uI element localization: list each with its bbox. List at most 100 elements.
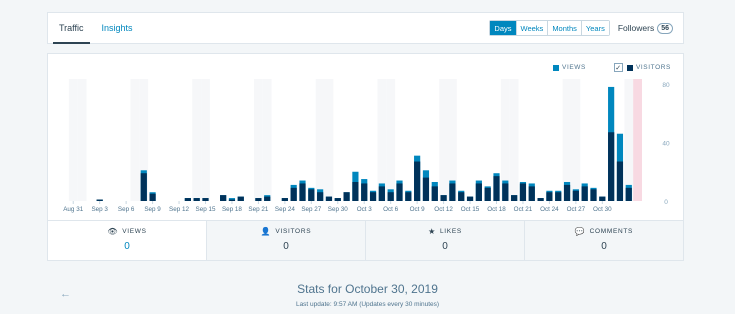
visitors-bar <box>96 199 103 201</box>
visitors-bar <box>563 184 571 201</box>
x-tick-label: Oct 30 <box>593 206 612 213</box>
weekend-band <box>624 79 634 201</box>
visitors-bar <box>202 198 209 201</box>
chart-legend: VIEWS ✓ VISITORS <box>553 63 671 72</box>
visitors-bar <box>616 161 624 201</box>
stat-views-label: VIEWS <box>122 228 147 235</box>
visitors-bar <box>440 195 447 201</box>
weekend-band <box>192 79 202 201</box>
stat-tab-visitors[interactable]: 👤 VISITORS 0 <box>206 221 365 260</box>
period-years-button[interactable]: Years <box>580 21 609 35</box>
visitors-checkbox[interactable]: ✓ <box>613 63 623 72</box>
weekend-band <box>315 79 325 201</box>
visitors-bar <box>361 183 368 201</box>
weekend-band <box>68 79 78 201</box>
legend-views-label: VIEWS <box>562 64 586 71</box>
visitors-bar <box>537 198 544 201</box>
visitors-bar <box>422 177 430 201</box>
stat-tabs: 👁 VIEWS 0 👤 VISITORS 0 ★ LIKES 0 💬 COMMENTS … <box>47 221 684 261</box>
stat-comments-label: COMMENTS <box>589 228 634 235</box>
stats-header: Traffic Insights Days Weeks Months Years… <box>47 12 684 44</box>
visitors-bar <box>431 186 438 201</box>
visitors-bar <box>458 192 465 201</box>
weekend-band <box>571 79 581 201</box>
y-tick-label: 40 <box>662 141 670 148</box>
weekend-band <box>509 79 519 201</box>
stat-likes-value: 0 <box>442 241 448 252</box>
x-tick-label: Sep 30 <box>328 206 348 213</box>
star-icon: ★ <box>428 227 436 236</box>
visitors-bar <box>519 183 527 201</box>
visitors-bar <box>449 183 456 201</box>
chart-card: 80 40 0 Aug 31 Sep 3 Sep 6 Sep 9 Sep 12 Sep 15 Se… <box>47 53 684 221</box>
x-tick-label: Sep 27 <box>301 206 321 213</box>
visitors-bar <box>237 196 244 201</box>
weekend-band <box>439 79 448 201</box>
legend-views: VIEWS <box>553 64 586 71</box>
weekend-band <box>377 79 387 201</box>
visitors-bar <box>325 196 333 201</box>
visitors-bar <box>581 186 588 201</box>
stat-comments-value: 0 <box>601 241 607 252</box>
visitors-bar <box>599 196 606 201</box>
visitors-bar <box>140 173 147 201</box>
x-tick-label: Oct 9 <box>410 206 426 213</box>
x-tick-label: Sep 15 <box>196 206 216 213</box>
stat-visitors-label: VISITORS <box>275 228 312 235</box>
visitors-bar <box>414 161 421 201</box>
weekend-band <box>262 79 272 201</box>
comment-icon: 💬 <box>574 227 586 236</box>
x-tick-label: Oct 15 <box>461 206 480 213</box>
visitors-bar <box>343 192 350 201</box>
period-days-button[interactable]: Days <box>490 21 516 35</box>
visitors-bar <box>572 190 579 201</box>
weekend-band <box>324 79 334 201</box>
visitors-bar <box>466 196 474 201</box>
x-tick-label: Sep 21 <box>248 206 268 213</box>
x-tick-label: Sep 6 <box>118 206 135 213</box>
stat-comments-label-row: 💬 COMMENTS <box>525 227 683 236</box>
x-tick-label: Oct 27 <box>567 206 586 213</box>
visitors-bar <box>387 192 394 201</box>
stat-tab-comments[interactable]: 💬 COMMENTS 0 <box>524 221 683 260</box>
stat-tab-views[interactable]: 👁 VIEWS 0 <box>48 221 206 260</box>
period-weeks-button[interactable]: Weeks <box>515 21 548 35</box>
weekend-band <box>130 79 140 201</box>
visitors-bar <box>193 198 200 201</box>
visitors-bar <box>493 176 500 201</box>
x-tick-label: Oct 6 <box>383 206 399 213</box>
tab-insights[interactable]: Insights <box>96 13 139 44</box>
legend-visitors: VISITORS <box>626 64 671 71</box>
eye-icon: 👁 <box>107 227 119 236</box>
x-tick-label: Oct 12 <box>434 206 453 213</box>
today-band <box>633 79 642 201</box>
visitors-bar <box>264 196 271 201</box>
last-update-text: Last update: 9:57 AM (Updates every 30 m… <box>295 301 440 308</box>
visitors-bar <box>555 192 562 201</box>
stat-tab-likes[interactable]: ★ LIKES 0 <box>365 221 524 260</box>
x-tick-label: Aug 31 <box>63 206 83 213</box>
followers-link[interactable]: Followers 56 <box>618 22 673 34</box>
visitors-bar <box>511 195 518 201</box>
views-chart: 80 40 0 Aug 31 Sep 3 Sep 6 Sep 9 Sep 12 Sep 15 Se… <box>63 79 670 213</box>
visitors-bar <box>228 199 236 201</box>
x-tick-label: Sep 12 <box>169 206 189 213</box>
stat-visitors-value: 0 <box>283 241 289 252</box>
visitors-bar <box>220 195 227 201</box>
tab-traffic[interactable]: Traffic <box>53 13 90 44</box>
visitors-bar <box>546 192 553 201</box>
visitors-bar <box>590 189 597 201</box>
visitors-bar <box>378 186 385 201</box>
x-tick-label: Sep 9 <box>144 206 161 213</box>
visitors-bar <box>255 198 262 201</box>
stats-date-title: Stats for October 30, 2019 <box>297 282 438 296</box>
weekend-band <box>254 79 263 201</box>
visitors-bar <box>608 132 615 201</box>
period-months-button[interactable]: Months <box>547 21 581 35</box>
visitors-bar <box>352 181 359 201</box>
visitors-bar <box>502 183 509 201</box>
visitors-bar <box>625 187 632 201</box>
y-tick-label: 0 <box>664 199 668 206</box>
visitors-swatch <box>626 64 633 71</box>
visitors-bar <box>369 192 377 201</box>
